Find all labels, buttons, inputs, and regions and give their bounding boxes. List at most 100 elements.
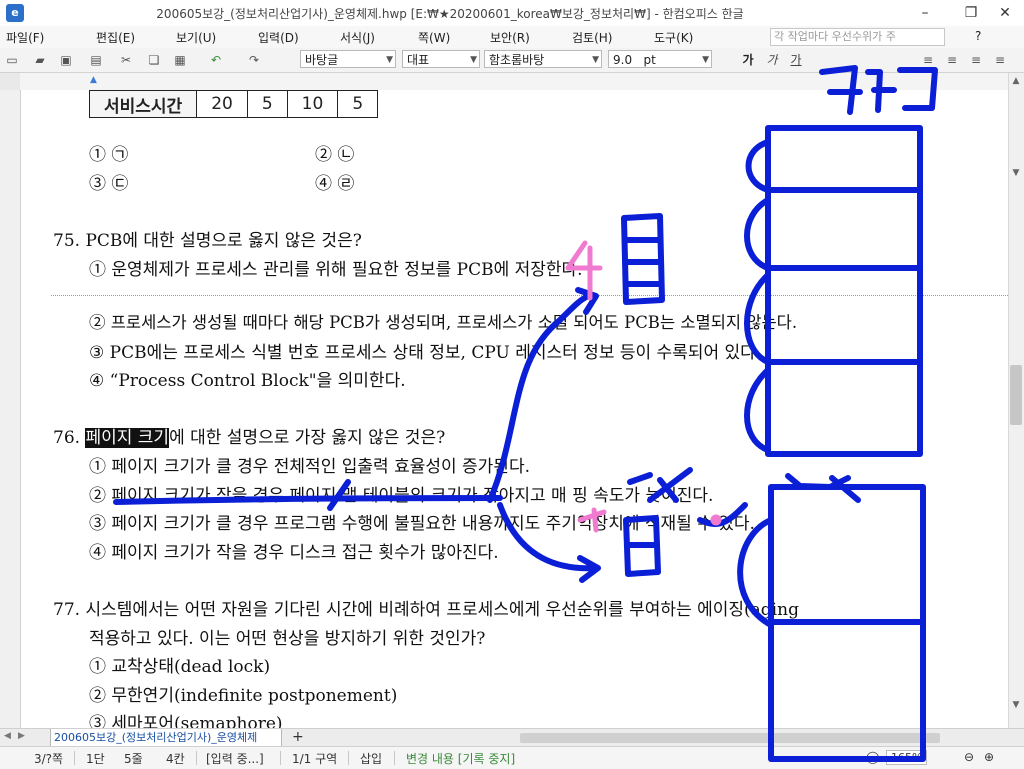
minimize-button[interactable]: – [910, 3, 940, 23]
close-button[interactable]: ✕ [990, 3, 1020, 23]
menu-file[interactable]: 파일(F) [6, 29, 44, 46]
q76-option-4: ④ 페이지 크기가 작을 경우 디스크 접근 횟수가 많아진다. [89, 543, 499, 563]
page-divider [51, 295, 1008, 296]
status-separator [196, 751, 197, 765]
q77-option-1: ① 교착상태(dead lock) [89, 657, 271, 677]
document-tab-bar: ◀ ▶ 200605보강_(정보처리산업기사)_운영체제 + [0, 728, 1024, 747]
paste-icon[interactable]: ▦ [172, 52, 188, 68]
q77-title-cont: 적용하고 있다. 이는 어떤 현상을 방지하기 위한 것인가? [89, 629, 486, 649]
ruler-corner[interactable] [0, 73, 21, 90]
scroll-down-small-icon[interactable]: ▼ [1008, 168, 1024, 178]
zoom-in-icon[interactable]: ⊕ [984, 750, 994, 764]
help-icon[interactable]: ? [975, 29, 981, 43]
bold-button[interactable]: 가 [740, 52, 756, 68]
tab-document[interactable]: 200605보강_(정보처리산업기사)_운영체제 [50, 729, 282, 747]
q77-title: 77. 시스템에서는 어떤 자원을 기다린 시간에 비례하여 프로세스에게 우선… [53, 600, 799, 620]
q76-title-rest: 에 대한 설명으로 가장 옳지 않은 것은? [169, 428, 446, 448]
q75-option-1: ① 운영체제가 프로세스 관리를 위해 필요한 정보를 PCB에 저장한다. [89, 260, 583, 280]
status-bar: 3/?쪽 1단 5줄 4칸 [입력 중...] 1/1 구역 삽입 변경 내용 … [0, 746, 1024, 769]
status-page[interactable]: 3/?쪽 [34, 750, 63, 767]
menu-view[interactable]: 보기(U) [176, 29, 216, 46]
title-bar: e 200605보강_(정보처리산업기사)_운영체제.hwp [E:₩★2020… [0, 0, 1024, 27]
menu-insert[interactable]: 입력(D) [258, 29, 299, 46]
italic-button[interactable]: 가 [764, 52, 780, 68]
menu-tools[interactable]: 도구(K) [654, 29, 693, 46]
status-separator [280, 751, 281, 765]
restore-button[interactable]: ❐ [956, 3, 986, 23]
table-header-cell: 서비스시간 [88, 90, 198, 118]
vertical-ruler[interactable] [0, 90, 21, 728]
zoom-level[interactable]: 165% [886, 750, 928, 765]
status-input-mode: [입력 중...] [206, 752, 264, 766]
menu-edit[interactable]: 편집(E) [96, 29, 135, 46]
status-char: 4칸 [166, 752, 185, 766]
save-icon[interactable]: ▣ [58, 52, 74, 68]
menu-page[interactable]: 쪽(W) [418, 29, 450, 46]
scroll-up-icon[interactable]: ▲ [1008, 76, 1024, 86]
menu-security[interactable]: 보안(R) [490, 29, 530, 46]
menu-review[interactable]: 검토(H) [572, 29, 612, 46]
document-page[interactable]: 서비스시간 20 5 10 5 ① ㉠ ② ㉡ ③ ㉢ ④ ㉣ 75. PCB에… [21, 90, 1008, 728]
q75-option-3: ③ PCB에는 프로세스 식별 번호 프로세스 상태 정보, CPU 레지스터 … [89, 343, 762, 363]
align-left-icon[interactable]: ≡ [920, 52, 936, 68]
q74-option-2: ② ㉡ [315, 145, 355, 165]
align-center-icon[interactable]: ≡ [944, 52, 960, 68]
status-separator [74, 751, 75, 765]
language-select[interactable]: 대표 ▼ [402, 50, 480, 68]
q76-number: 76. [53, 428, 86, 448]
q76-title: 76. 페이지 크기에 대한 설명으로 가장 옳지 않은 것은? [53, 423, 445, 448]
table-cell: 5 [337, 90, 379, 118]
q76-option-2: ② 페이지 크기가 작을 경우 페이지 맵 테이블의 크기가 작아지고 매 핑 … [89, 486, 714, 506]
status-line: 5줄 [124, 752, 143, 766]
status-separator [394, 751, 395, 765]
q74-option-4: ④ ㉣ [315, 174, 355, 194]
q76-option-3: ③ 페이지 크기가 클 경우 프로그램 수행에 불필요한 내용까지도 주기억장치… [89, 514, 755, 534]
undo-icon[interactable]: ↶ [208, 52, 224, 68]
q74-option-3: ③ ㉢ [89, 174, 129, 194]
q75-option-4: ④ “Process Control Block"을 의미한다. [89, 371, 406, 391]
q75-option-2: ② 프로세스가 생성될 때마다 해당 PCB가 생성되며, 프로세스가 소멸 되… [89, 313, 798, 332]
window-title: 200605보강_(정보처리산업기사)_운영체제.hwp [E:₩★202006… [156, 7, 744, 21]
open-folder-icon[interactable]: ▰ [32, 52, 48, 68]
scroll-down-icon[interactable]: ▼ [1008, 700, 1024, 710]
command-search-input[interactable]: 각 작업마다 우선수위가 주 [770, 28, 945, 46]
menu-bar: 파일(F) 편집(E) 보기(U) 입력(D) 서식(J) 쪽(W) 보안(R)… [0, 26, 1024, 49]
zoom-icon[interactable]: ◯ [866, 750, 879, 764]
font-size-input[interactable]: 9.0 pt ▼ [608, 50, 712, 68]
selected-text[interactable]: 페이지 크기 [85, 428, 170, 448]
indent-marker-icon[interactable]: ▲ [90, 75, 97, 85]
status-track-changes[interactable]: 변경 내용 [기록 중지] [406, 750, 515, 767]
tab-prev-icon[interactable]: ◀ [4, 731, 11, 741]
horizontal-ruler[interactable]: ▲ [20, 73, 1008, 91]
vertical-scroll-thumb[interactable] [1010, 365, 1022, 425]
tab-next-icon[interactable]: ▶ [18, 731, 25, 741]
new-doc-icon[interactable]: ▭ [4, 52, 20, 68]
underline-button[interactable]: 가 [788, 52, 804, 68]
q74-option-1: ① ㉠ [89, 145, 129, 165]
print-icon[interactable]: ▤ [88, 52, 104, 68]
table-cell: 20 [196, 90, 248, 118]
q76-option-1: ① 페이지 크기가 클 경우 전체적인 입출력 효율성이 증가된다. [89, 457, 530, 477]
align-right-icon[interactable]: ≡ [968, 52, 984, 68]
q75-title: 75. PCB에 대한 설명으로 옳지 않은 것은? [53, 231, 362, 251]
horizontal-scroll-thumb[interactable] [520, 733, 940, 743]
table-cell: 10 [286, 90, 339, 118]
justify-icon[interactable]: ≡ [992, 52, 1008, 68]
redo-icon[interactable]: ↷ [246, 52, 262, 68]
q77-option-2: ② 무한연기(indefinite postponement) [89, 686, 398, 706]
status-column: 1단 [86, 752, 105, 766]
zoom-out-icon[interactable]: ⊖ [964, 750, 974, 764]
cut-icon[interactable]: ✂ [118, 52, 134, 68]
status-section: 1/1 구역 [292, 752, 338, 766]
status-insert-mode[interactable]: 삽입 [360, 750, 382, 767]
menu-format[interactable]: 서식(J) [340, 29, 375, 46]
style-select[interactable]: 바탕글 ▼ [300, 50, 396, 68]
add-tab-button[interactable]: + [292, 729, 304, 745]
copy-icon[interactable]: ❏ [146, 52, 162, 68]
table-cell: 5 [246, 90, 288, 118]
formatting-toolbar: ▭ ▰ ▣ ▤ ✂ ❏ ▦ ↶ ↷ 바탕글 ▼ 대표 ▼ 함초롬바탕 ▼ 9.0 pt… [0, 48, 1024, 73]
q77-option-3: ③ 세마포어(semaphore) [89, 714, 283, 728]
status-separator [348, 751, 349, 765]
service-time-table: 서비스시간 20 5 10 5 [88, 90, 379, 118]
font-select[interactable]: 함초롬바탕 ▼ [484, 50, 602, 68]
